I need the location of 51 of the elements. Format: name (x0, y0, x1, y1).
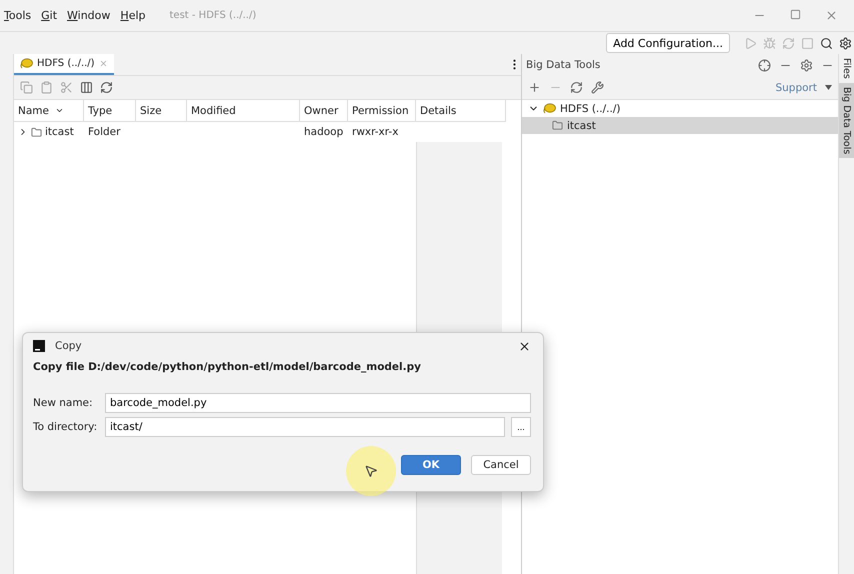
folder-icon (552, 120, 563, 131)
field-label: To directory: (33, 421, 98, 433)
menu-item[interactable]: Help (120, 9, 146, 22)
refresh-icon[interactable] (570, 81, 583, 94)
menu-item[interactable]: Window (67, 9, 110, 22)
input-field[interactable]: barcode_model.py (105, 393, 531, 413)
column-header[interactable]: Size (136, 100, 187, 122)
column-header[interactable]: Name (14, 100, 84, 122)
side-tab[interactable]: Files (839, 54, 854, 83)
column-header[interactable]: Modified (187, 100, 300, 122)
cancel-button[interactable]: Cancel (471, 455, 531, 475)
app-logo-icon (33, 340, 45, 352)
menu-item[interactable]: Tools (4, 9, 32, 22)
browse-button[interactable]: ... (511, 417, 531, 437)
support-dropdown[interactable]: Support (775, 82, 817, 94)
input-field[interactable]: itcast/ (105, 417, 505, 437)
crosshair-icon[interactable] (758, 58, 771, 72)
maximize-icon[interactable] (790, 9, 801, 20)
settings-icon[interactable] (839, 36, 852, 50)
side-tab[interactable]: Big Data Tools (839, 82, 854, 158)
table-cell-text: rwxr-xr-x (351, 125, 400, 140)
column-header[interactable]: Details (416, 100, 506, 122)
tree-item[interactable]: HDFS (../../) (522, 100, 838, 117)
table-cell-text: hadoop (303, 125, 344, 140)
dropdown-arrow-icon[interactable] (825, 85, 832, 90)
columns-icon[interactable] (80, 81, 93, 94)
clipboard-icon[interactable] (40, 81, 53, 94)
add-configuration-button[interactable]: Add Configuration... (606, 33, 730, 53)
table-cell-text: Folder (87, 125, 122, 140)
window-title: test - HDFS (../../) (170, 10, 258, 21)
dialog-title: Copy (55, 340, 83, 352)
menu-item[interactable]: Git (41, 9, 58, 22)
column-header[interactable]: Owner (300, 100, 348, 122)
tree-item[interactable]: itcast (522, 117, 838, 134)
column-header[interactable]: Type (84, 100, 136, 122)
close-icon[interactable] (518, 340, 531, 352)
dialog-heading: Copy file D:/dev/code/python/python-etl/model/barcode_model.py (33, 361, 422, 373)
hdfs-tab[interactable]: HDFS (../../) (14, 54, 114, 75)
ok-button[interactable]: OK (401, 455, 461, 475)
sort-icon (54, 106, 64, 115)
folder-icon (31, 126, 42, 138)
cursor-icon (364, 464, 378, 478)
settings-icon[interactable] (800, 58, 813, 72)
search-icon[interactable] (820, 36, 833, 50)
column-header[interactable]: Permission (348, 100, 416, 122)
table-cell: itcast (14, 122, 84, 142)
panel-title: Big Data Tools (526, 59, 602, 71)
refresh-icon[interactable] (100, 81, 113, 94)
add-icon[interactable] (528, 81, 541, 94)
field-label: New name: (33, 397, 94, 409)
wrench-icon[interactable] (591, 81, 604, 94)
